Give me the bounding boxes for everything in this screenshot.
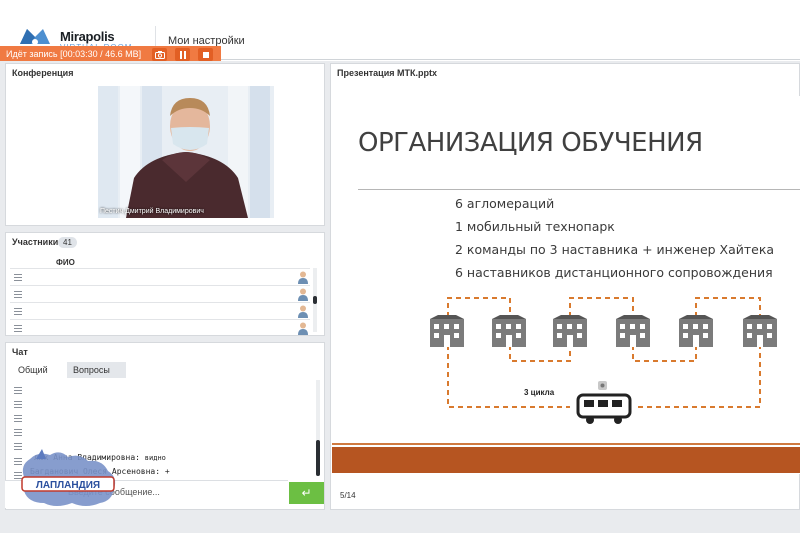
chat-message bbox=[10, 396, 310, 410]
laplandia-logo: ЛАПЛАНДИЯ bbox=[21, 449, 116, 506]
menu-icon[interactable] bbox=[14, 325, 22, 332]
user-icon bbox=[298, 288, 308, 301]
building-icon bbox=[679, 315, 713, 347]
slide-bullet: 2 команды по 3 наставника + инженер Хайт… bbox=[455, 242, 775, 257]
small-gear-icon bbox=[598, 381, 607, 390]
slide-bullet: 6 наставников дистанционного сопровожден… bbox=[455, 265, 773, 280]
menu-icon[interactable] bbox=[14, 308, 22, 315]
enter-icon: ↵ bbox=[301, 486, 312, 500]
user-icon bbox=[298, 305, 308, 318]
speaker-silhouette bbox=[126, 98, 248, 218]
chat-body: + bbox=[164, 467, 170, 476]
route-diagram bbox=[430, 297, 777, 424]
user-icon bbox=[298, 271, 308, 284]
participants-title: Участники bbox=[12, 237, 59, 247]
camera-icon bbox=[154, 50, 165, 59]
building-icon bbox=[743, 315, 777, 347]
pause-recording-button[interactable] bbox=[175, 48, 190, 61]
chat-message bbox=[10, 424, 310, 438]
conference-title: Конференция bbox=[12, 68, 74, 78]
slide-footer-band bbox=[332, 447, 800, 473]
slide-footer-line bbox=[332, 443, 800, 445]
menu-icon[interactable] bbox=[14, 415, 22, 422]
slide-title: ОРГАНИЗАЦИЯ ОБУЧЕНИЯ bbox=[358, 128, 703, 158]
cycle-label: 3 цикла bbox=[524, 388, 555, 397]
chat-body: видно bbox=[144, 454, 166, 462]
pause-icon bbox=[179, 50, 186, 59]
send-button[interactable]: ↵ bbox=[289, 482, 324, 504]
participants-count-badge: 41 bbox=[58, 237, 77, 248]
menu-icon[interactable] bbox=[14, 291, 22, 298]
chat-message bbox=[10, 382, 310, 396]
logo-text: Mirapolis bbox=[60, 29, 115, 44]
menu-icon[interactable] bbox=[14, 387, 22, 394]
building-icon bbox=[492, 315, 526, 347]
stop-icon bbox=[202, 51, 209, 58]
tab-questions[interactable]: Вопросы bbox=[67, 362, 126, 378]
building-icon bbox=[430, 315, 464, 347]
fio-column-header[interactable]: ФИО bbox=[56, 258, 75, 267]
menu-icon[interactable] bbox=[14, 274, 22, 281]
participant-row[interactable] bbox=[10, 268, 310, 285]
stop-recording-button[interactable] bbox=[198, 48, 213, 61]
chat-message bbox=[10, 410, 310, 424]
page-indicator: 5/14 bbox=[340, 491, 356, 500]
laplandia-logo-text: ЛАПЛАНДИЯ bbox=[36, 480, 100, 491]
bus-icon bbox=[576, 393, 632, 424]
presentation-title: Презентация МТК.pptx bbox=[337, 68, 437, 78]
snapshot-button[interactable] bbox=[152, 48, 167, 61]
menu-icon[interactable] bbox=[14, 401, 22, 408]
chat-title: Чат bbox=[12, 347, 28, 357]
menu-icon[interactable] bbox=[14, 429, 22, 436]
route-lines bbox=[447, 297, 761, 408]
mirapolis-logo-icon bbox=[20, 29, 50, 45]
recording-status: Идёт запись [00:03:30 / 46.6 MB] bbox=[6, 49, 142, 59]
speaker-name: Пестич Дмитрий Владимирович bbox=[100, 208, 204, 215]
building-icon bbox=[553, 315, 587, 347]
building-icon bbox=[616, 315, 650, 347]
tab-general[interactable]: Общий bbox=[12, 362, 62, 378]
slide-divider bbox=[358, 189, 800, 190]
slide-bullet: 1 мобильный технопарк bbox=[455, 219, 615, 234]
participant-row[interactable] bbox=[10, 285, 310, 302]
slide-bullet: 6 агломераций bbox=[455, 196, 555, 211]
participants-scroll-thumb[interactable] bbox=[313, 296, 317, 304]
participant-row[interactable] bbox=[10, 302, 310, 319]
user-icon bbox=[298, 322, 308, 335]
chat-scroll-thumb[interactable] bbox=[316, 440, 320, 476]
speaker-video[interactable]: Пестич Дмитрий Владимирович bbox=[98, 86, 274, 218]
participant-row[interactable] bbox=[10, 319, 310, 336]
